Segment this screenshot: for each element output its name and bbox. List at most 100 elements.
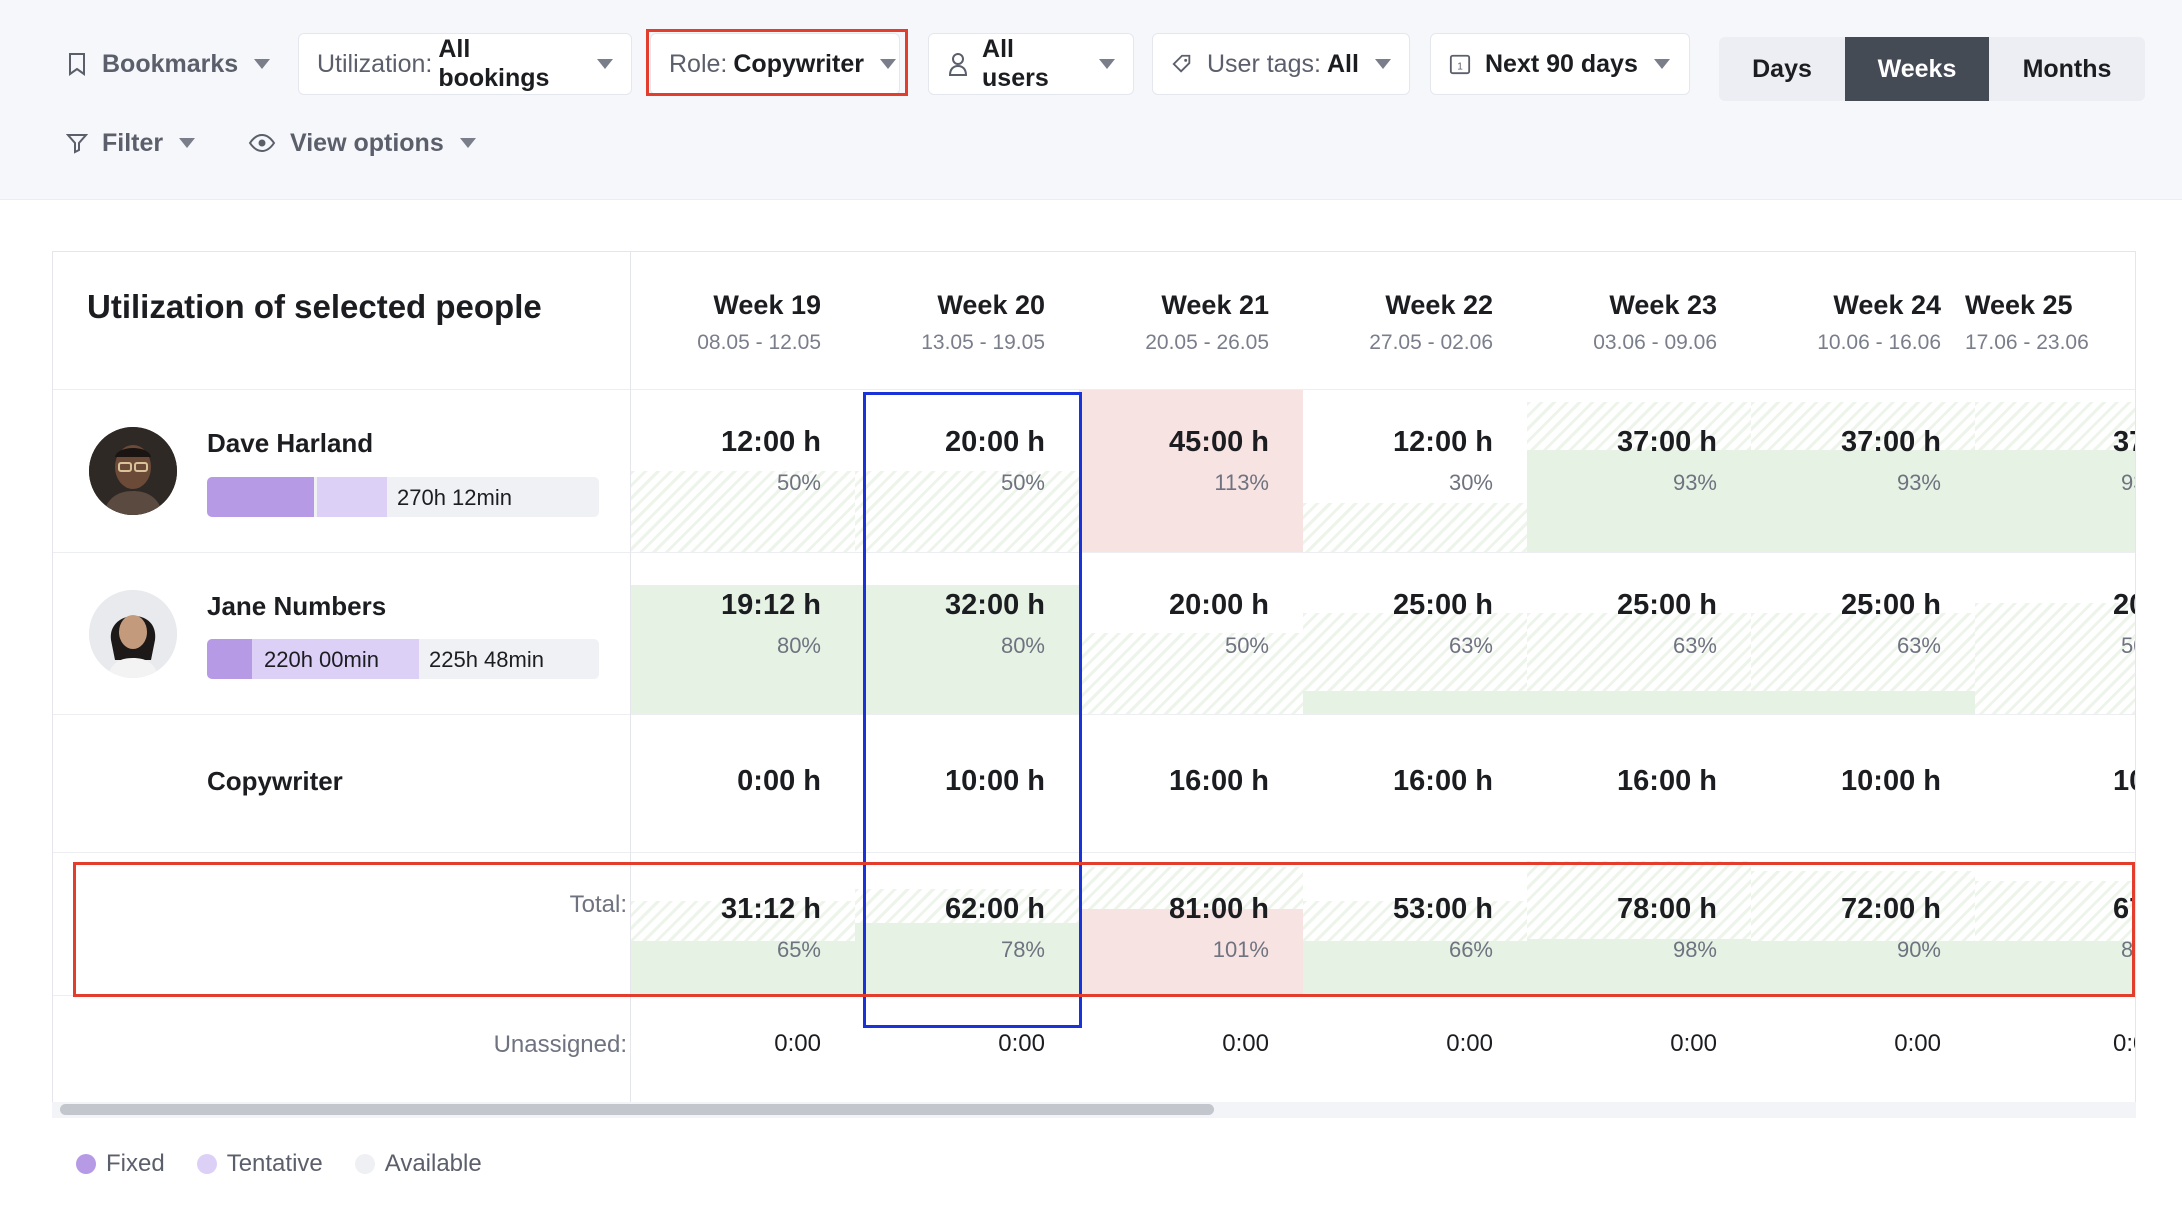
- svg-text:1: 1: [1457, 62, 1463, 73]
- utilization-cell[interactable]: 37:00 h 93%: [1975, 390, 2135, 552]
- person-name[interactable]: Dave Harland: [207, 428, 373, 459]
- available-fill: [1303, 503, 1527, 552]
- person-hours-bar: 220h 00min 225h 48min: [207, 639, 599, 679]
- utilization-cell[interactable]: 12:00 h 30%: [1303, 390, 1527, 552]
- cell-percent: 50%: [1224, 633, 1269, 658]
- person-total-hours: 225h 48min: [429, 647, 544, 672]
- avatar-dave-harland[interactable]: [89, 427, 177, 515]
- cell-hours: 20:00 h: [1169, 589, 1269, 621]
- cell-percent: 30%: [1448, 470, 1493, 495]
- filter-dropdown[interactable]: Filter: [56, 112, 205, 174]
- week-range: 13.05 - 19.05: [921, 331, 1045, 354]
- utilization-cell[interactable]: 20:00 h 50%: [1975, 553, 2135, 714]
- unassigned-value: 0:00: [2113, 1030, 2135, 1057]
- cell-percent: 50%: [2121, 633, 2135, 658]
- cell-hours: 25:00 h: [1393, 589, 1493, 621]
- user-tags-dropdown[interactable]: User tags: All: [1152, 33, 1410, 95]
- legend: Fixed Tentative Available: [76, 1150, 514, 1178]
- week-header-22: Week 22 27.05 - 02.06: [1273, 290, 1493, 355]
- scale-months-button[interactable]: Months: [1989, 37, 2145, 101]
- utilization-cell[interactable]: 25:00 h 63%: [1303, 553, 1527, 714]
- week-header-20: Week 20 13.05 - 19.05: [825, 290, 1045, 355]
- scale-weeks-button[interactable]: Weeks: [1845, 37, 1989, 101]
- week-header-23: Week 23 03.06 - 09.06: [1497, 290, 1717, 355]
- cell-percent: 93%: [2121, 470, 2135, 495]
- booked-fill: [1751, 450, 1975, 552]
- chevron-down-icon: [1374, 59, 1391, 69]
- utilization-value: All bookings: [438, 35, 550, 92]
- role-row-name: Copywriter: [207, 766, 343, 796]
- chevron-down-icon: [254, 59, 271, 69]
- users-dropdown[interactable]: All users: [928, 33, 1134, 95]
- utilization-cell[interactable]: 25:00 h 63%: [1527, 553, 1751, 714]
- chevron-down-icon: [179, 138, 196, 148]
- unassigned-value: 0:00: [998, 1030, 1045, 1057]
- utilization-cell[interactable]: 19:12 h 80%: [631, 553, 855, 714]
- utilization-cell[interactable]: 37:00 h 93%: [1751, 390, 1975, 552]
- utilization-cell[interactable]: 20:00 h 50%: [1079, 553, 1303, 714]
- week-range: 08.05 - 12.05: [697, 331, 821, 354]
- legend-label: Fixed: [106, 1150, 165, 1177]
- week-name: Week 24: [1833, 290, 1941, 320]
- utilization-cell[interactable]: 25:00 h 63%: [1751, 553, 1975, 714]
- utilization-cell[interactable]: 12:00 h 50%: [631, 390, 855, 552]
- period-dropdown[interactable]: 1 Next 90 days: [1430, 33, 1690, 95]
- week-header-24: Week 24 10.06 - 16.06: [1721, 290, 1941, 355]
- utilization-cell[interactable]: 37:00 h 93%: [1527, 390, 1751, 552]
- cell-percent: 50%: [776, 470, 821, 495]
- week-range: 03.06 - 09.06: [1593, 331, 1717, 354]
- legend-item-available: Available: [354, 1150, 482, 1178]
- week-name: Week 19: [713, 290, 821, 320]
- cell-percent: 80%: [776, 633, 821, 658]
- person-name[interactable]: Jane Numbers: [207, 591, 386, 622]
- cell-percent: 93%: [1672, 470, 1717, 495]
- role-cell[interactable]: 10:00 h: [1975, 715, 2135, 852]
- scale-days-button[interactable]: Days: [1719, 37, 1845, 101]
- week-range: 20.05 - 26.05: [1145, 331, 1269, 354]
- week-name: Week 22: [1385, 290, 1493, 320]
- unassigned-value: 0:00: [1222, 1030, 1269, 1057]
- view-options-dropdown[interactable]: View options: [238, 112, 486, 174]
- cell-hours: 19:12 h: [721, 589, 821, 621]
- week-name: Week 25: [1965, 290, 2073, 320]
- role-cell[interactable]: 10:00 h: [1751, 715, 1975, 852]
- booked-fill: [1303, 691, 1527, 714]
- tentative-dot-icon: [196, 1154, 217, 1174]
- cell-hours: 20:00 h: [2113, 589, 2135, 621]
- chevron-down-icon: [1653, 59, 1670, 69]
- user-icon: [947, 51, 968, 77]
- cell-hours: 37:00 h: [1841, 426, 1941, 458]
- cell-hours: 0:00 h: [737, 765, 821, 797]
- tentative-bar-segment: [317, 477, 387, 517]
- person-total-hours: 270h 12min: [397, 485, 512, 510]
- available-fill: [1975, 603, 2135, 714]
- person-fixed-hours: 220h 00min: [264, 647, 379, 672]
- chevron-down-icon: [1099, 59, 1115, 69]
- period-value: Next 90 days: [1485, 49, 1638, 78]
- role-cell[interactable]: 16:00 h: [1079, 715, 1303, 852]
- cell-hours: 12:00 h: [1393, 426, 1493, 458]
- cell-hours: 45:00 h: [1169, 426, 1269, 458]
- fixed-bar-segment: [207, 639, 252, 679]
- time-scale-switch: Days Weeks Months: [1719, 37, 2145, 101]
- cell-hours: 37:00 h: [1617, 426, 1717, 458]
- utilization-dropdown[interactable]: Utilization: All bookings: [298, 33, 632, 95]
- role-cell[interactable]: 0:00 h: [631, 715, 855, 852]
- cell-percent: 63%: [1448, 633, 1493, 658]
- avatar-jane-numbers[interactable]: [89, 590, 177, 678]
- booked-fill: [1527, 691, 1751, 714]
- unassigned-value: 0:00: [774, 1030, 821, 1057]
- calendar-icon: 1: [1449, 51, 1471, 77]
- user-tags-value: All: [1326, 49, 1359, 78]
- filter-icon: [66, 130, 88, 156]
- bookmark-icon: [66, 51, 88, 77]
- cell-hours: 12:00 h: [721, 426, 821, 458]
- role-cell[interactable]: 16:00 h: [1303, 715, 1527, 852]
- utilization-cell-overbooked[interactable]: 45:00 h 113%: [1079, 390, 1303, 552]
- role-cell[interactable]: 16:00 h: [1527, 715, 1751, 852]
- week-name: Week 20: [937, 290, 1045, 320]
- unassigned-value: 0:00: [1670, 1030, 1717, 1057]
- scrollbar-thumb[interactable]: [60, 1104, 1214, 1115]
- cell-hours: 16:00 h: [1169, 765, 1269, 797]
- bookmarks-dropdown[interactable]: Bookmarks: [56, 33, 280, 95]
